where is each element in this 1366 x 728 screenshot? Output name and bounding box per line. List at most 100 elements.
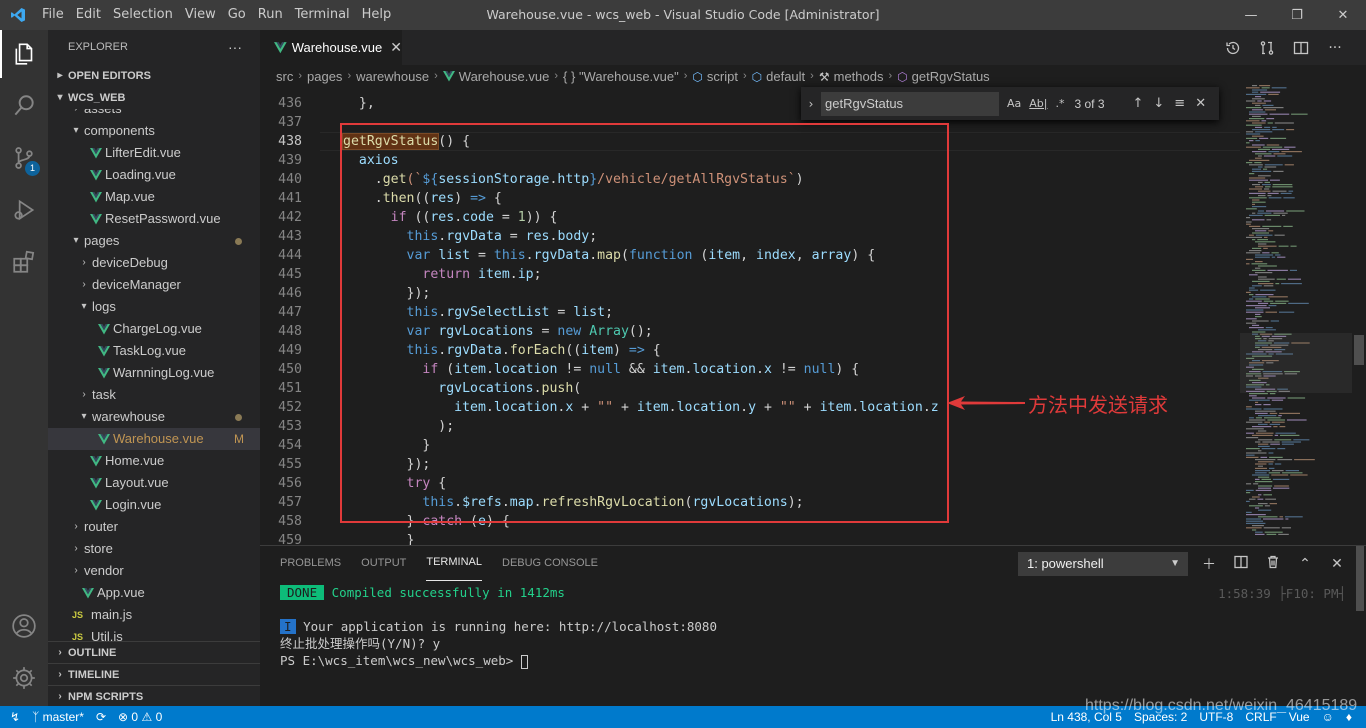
accounts-icon[interactable] xyxy=(0,602,48,650)
window-controls: — ❐ ✕ xyxy=(1228,0,1366,30)
section-outline[interactable]: › OUTLINE xyxy=(48,641,260,663)
tree-item[interactable]: ▾ pages xyxy=(48,230,260,252)
tree-item[interactable]: › vendor xyxy=(48,560,260,582)
breadcrumb-item[interactable]: { } "Warehouse.vue" xyxy=(563,69,679,84)
more-actions-icon[interactable]: ··· xyxy=(228,30,242,65)
breadcrumb-item[interactable]: warewhouse xyxy=(356,69,429,84)
tab-terminal[interactable]: TERMINAL xyxy=(426,546,482,581)
scrollbar-thumb[interactable] xyxy=(1354,335,1364,365)
extensions-icon[interactable] xyxy=(0,238,48,286)
terminal-select-dropdown[interactable]: 1: powershell ▼ xyxy=(1018,552,1188,576)
tab-debug-console[interactable]: DEBUG CONSOLE xyxy=(502,546,598,581)
more-actions-icon[interactable]: ··· xyxy=(1324,37,1346,59)
minimize-button[interactable]: — xyxy=(1228,0,1274,30)
explorer-files-icon[interactable] xyxy=(0,30,48,78)
tree-item[interactable]: App.vue xyxy=(48,582,260,604)
tree-item[interactable]: › store xyxy=(48,538,260,560)
tree-item[interactable]: › router xyxy=(48,516,260,538)
tree-item[interactable]: ResetPassword.vue xyxy=(48,208,260,230)
tree-item[interactable]: Login.vue xyxy=(48,494,260,516)
section-npm-scripts[interactable]: › NPM SCRIPTS xyxy=(48,685,260,706)
find-input[interactable] xyxy=(821,91,999,116)
tab-problems[interactable]: PROBLEMS xyxy=(280,546,341,581)
breadcrumb-item[interactable]: ⬡ getRgvStatus xyxy=(897,69,990,84)
toggle-replace-chevron-icon[interactable]: › xyxy=(801,97,821,111)
tree-item[interactable]: WarnningLog.vue xyxy=(48,362,260,384)
breadcrumb-item[interactable]: ⚒ methods xyxy=(819,69,884,84)
git-branch[interactable]: ᛉ master* xyxy=(26,710,90,724)
section-timeline[interactable]: › TIMELINE xyxy=(48,663,260,685)
tree-item[interactable]: Warehouse.vue M xyxy=(48,428,260,450)
close-window-button[interactable]: ✕ xyxy=(1320,0,1366,30)
find-in-selection-icon[interactable]: ≡ xyxy=(1174,96,1185,111)
tree-item[interactable]: ▾ logs xyxy=(48,296,260,318)
breadcrumb-item[interactable]: pages xyxy=(307,69,342,84)
close-find-icon[interactable]: ✕ xyxy=(1195,96,1206,111)
tree-item[interactable]: JS Util.js xyxy=(48,626,260,641)
maximize-panel-chevron-icon[interactable]: ⌃ xyxy=(1296,556,1314,572)
split-terminal-icon[interactable] xyxy=(1232,555,1250,573)
new-terminal-plus-icon[interactable]: ＋ xyxy=(1200,554,1218,574)
breadcrumb-item[interactable]: ⬡ default xyxy=(752,69,806,84)
panel-tabs: PROBLEMS OUTPUT TERMINAL DEBUG CONSOLE xyxy=(280,546,598,581)
terminal-output[interactable]: DONE Compiled successfully in 1412ms I Y… xyxy=(280,584,1340,669)
tree-item[interactable]: › deviceDebug xyxy=(48,252,260,274)
menu-view[interactable]: View xyxy=(179,0,222,30)
sync-icon[interactable]: ⟳ xyxy=(90,710,112,724)
tree-item[interactable]: ▾ components xyxy=(48,120,260,142)
tree-item[interactable]: Map.vue xyxy=(48,186,260,208)
tree-item[interactable]: LifterEdit.vue xyxy=(48,142,260,164)
next-match-arrow-icon[interactable]: ↓ xyxy=(1153,96,1164,111)
match-case-icon[interactable]: Aa xyxy=(1007,97,1021,110)
menu-file[interactable]: File xyxy=(36,0,70,30)
menu-run[interactable]: Run xyxy=(252,0,289,30)
restore-button[interactable]: ❐ xyxy=(1274,0,1320,30)
tree-item-label: Home.vue xyxy=(105,453,165,468)
tree-item[interactable]: › deviceManager xyxy=(48,274,260,296)
close-panel-icon[interactable]: ✕ xyxy=(1328,556,1346,572)
previous-match-arrow-icon[interactable]: ↑ xyxy=(1132,96,1143,111)
tree-item[interactable]: Layout.vue xyxy=(48,472,260,494)
tree-item[interactable]: › task xyxy=(48,384,260,406)
remote-indicator[interactable]: ↯ xyxy=(0,710,26,724)
line-number: 446 xyxy=(278,286,302,301)
menu-help[interactable]: Help xyxy=(356,0,398,30)
tree-item[interactable]: ChargeLog.vue xyxy=(48,318,260,340)
kill-terminal-trash-icon[interactable] xyxy=(1264,555,1282,573)
breadcrumb-item[interactable]: src xyxy=(276,69,293,84)
vue-file-icon xyxy=(90,147,102,158)
open-editors-section[interactable]: ▸ OPEN EDITORS xyxy=(48,65,260,87)
workspace-root-section[interactable]: ▾ WCS_WEB xyxy=(48,87,260,109)
breadcrumb-item[interactable]: Warehouse.vue xyxy=(442,69,549,84)
split-editor-icon[interactable] xyxy=(1290,37,1312,59)
breadcrumb-item[interactable]: ⬡ script xyxy=(692,69,738,84)
timeline-history-icon[interactable] xyxy=(1222,37,1244,59)
search-icon[interactable] xyxy=(0,82,48,130)
menu-terminal[interactable]: Terminal xyxy=(289,0,356,30)
tree-item[interactable]: ›assets xyxy=(48,109,260,120)
settings-gear-icon[interactable] xyxy=(0,654,48,702)
menu-edit[interactable]: Edit xyxy=(70,0,107,30)
menu-selection[interactable]: Selection xyxy=(107,0,179,30)
editor-actions: ··· xyxy=(1222,30,1346,65)
tab-close-icon[interactable]: ✕ xyxy=(390,39,402,56)
whole-word-icon[interactable]: Ab| xyxy=(1029,97,1047,110)
tree-item[interactable]: TaskLog.vue xyxy=(48,340,260,362)
open-changes-icon[interactable] xyxy=(1256,37,1278,59)
explorer-title-label: EXPLORER xyxy=(68,41,128,53)
problems-indicator[interactable]: ⊗ 0 ⚠ 0 xyxy=(112,710,168,724)
editor-scrollbar[interactable] xyxy=(1352,65,1366,545)
terminal-scrollbar[interactable] xyxy=(1356,546,1364,611)
tree-item[interactable]: ▾ warewhouse xyxy=(48,406,260,428)
run-debug-icon[interactable] xyxy=(0,186,48,234)
tree-item-label: logs xyxy=(92,299,116,314)
tab-output[interactable]: OUTPUT xyxy=(361,546,406,581)
tab-warehouse-vue[interactable]: Warehouse.vue ✕ xyxy=(260,30,402,65)
regex-icon[interactable]: .* xyxy=(1055,97,1064,110)
tree-item[interactable]: Home.vue xyxy=(48,450,260,472)
tree-item[interactable]: Loading.vue xyxy=(48,164,260,186)
tree-item[interactable]: JS main.js xyxy=(48,604,260,626)
menu-go[interactable]: Go xyxy=(222,0,252,30)
source-control-icon[interactable]: 1 xyxy=(0,134,48,182)
minimap[interactable] xyxy=(1240,65,1352,545)
